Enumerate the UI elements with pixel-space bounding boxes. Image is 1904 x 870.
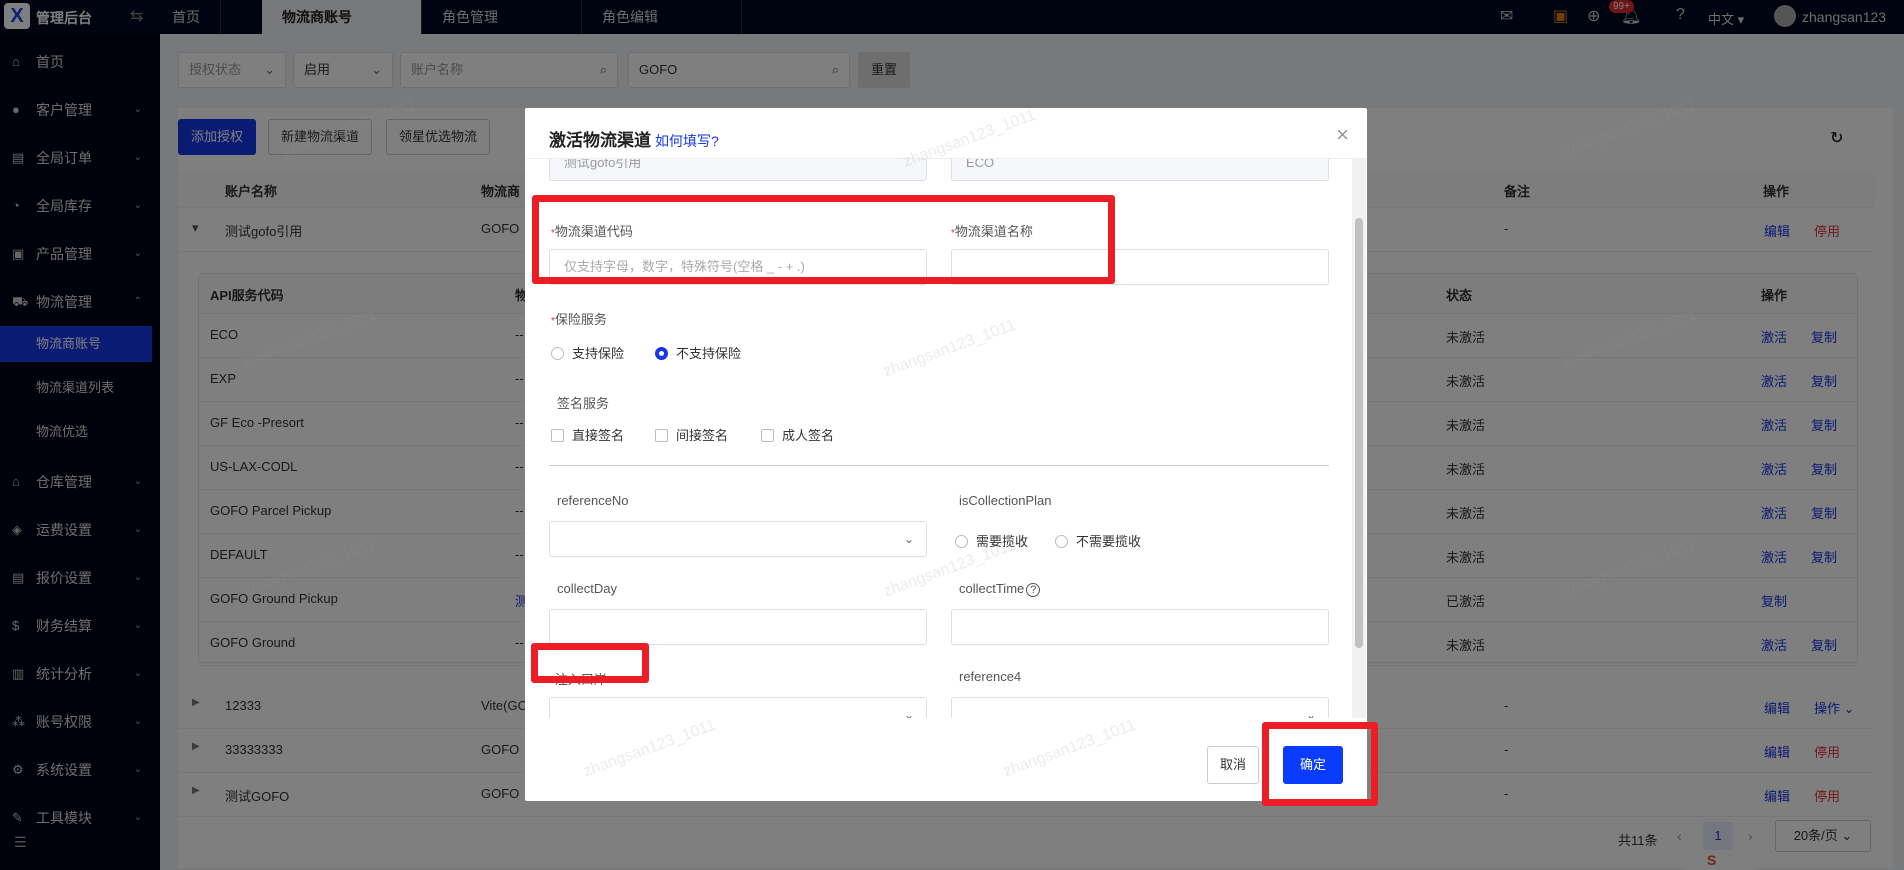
signature-adult[interactable]: 成人签名: [761, 425, 834, 444]
dialog-title-text: 激活物流渠道: [549, 131, 651, 150]
account-field: 测试gofo引用: [549, 159, 927, 181]
signature-label: 签名服务: [557, 396, 610, 411]
radio-button-selected[interactable]: [655, 347, 668, 360]
option-label: 需要揽收: [976, 534, 1029, 549]
port-select[interactable]: ⌄: [549, 697, 927, 718]
collect-time-label: collectTime?: [959, 581, 1041, 597]
annotation-box-confirm: [1262, 722, 1378, 806]
chevron-down-icon: ⌄: [903, 708, 914, 718]
reference4-label: reference4: [959, 669, 1022, 684]
collection-plan-label: isCollectionPlan: [959, 493, 1052, 508]
signature-direct[interactable]: 直接签名: [551, 425, 624, 444]
annotation-box-channel-fields: [532, 195, 1115, 284]
insurance-option-none[interactable]: 不支持保险: [655, 343, 741, 362]
collection-option-need[interactable]: 需要揽收: [955, 531, 1028, 550]
cancel-button[interactable]: 取消: [1207, 746, 1260, 784]
dialog-title: 激活物流渠道 如何填写?: [549, 126, 719, 151]
collect-day-label: collectDay: [557, 581, 617, 596]
option-label: 间接签名: [676, 428, 729, 443]
reference-no-label: referenceNo: [557, 493, 629, 508]
annotation-box-port: [531, 643, 649, 683]
insurance-label: 保险服务: [554, 312, 607, 327]
reference4-select[interactable]: ⌄: [951, 697, 1329, 718]
checkbox[interactable]: [551, 429, 564, 442]
question-icon[interactable]: ?: [1026, 583, 1041, 597]
insurance-option-support[interactable]: 支持保险: [551, 343, 624, 362]
option-label: 成人签名: [782, 428, 835, 443]
radio-button[interactable]: [955, 535, 968, 548]
chevron-down-icon: ⌄: [1305, 708, 1316, 718]
service-code-field: ECO: [951, 159, 1329, 181]
option-label: 不需要揽收: [1076, 534, 1142, 549]
chevron-down-icon: ⌄: [903, 532, 914, 546]
radio-button[interactable]: [551, 347, 564, 360]
option-label: 直接签名: [572, 428, 625, 443]
signature-indirect[interactable]: 间接签名: [655, 425, 728, 444]
collect-day-input[interactable]: [549, 609, 927, 645]
divider: [549, 465, 1329, 466]
collect-time-text: collectTime: [959, 581, 1025, 596]
collection-option-none[interactable]: 不需要揽收: [1055, 531, 1141, 550]
collect-time-input[interactable]: [951, 609, 1329, 645]
help-link[interactable]: 如何填写?: [655, 133, 719, 149]
radio-button[interactable]: [1055, 535, 1068, 548]
option-label: 不支持保险: [676, 346, 742, 361]
checkbox[interactable]: [655, 429, 668, 442]
reference-no-select[interactable]: ⌄: [549, 521, 927, 557]
dialog-scrollbar-thumb[interactable]: [1355, 218, 1363, 648]
option-label: 支持保险: [572, 346, 625, 361]
close-icon[interactable]: ×: [1336, 122, 1349, 148]
checkbox[interactable]: [761, 429, 774, 442]
